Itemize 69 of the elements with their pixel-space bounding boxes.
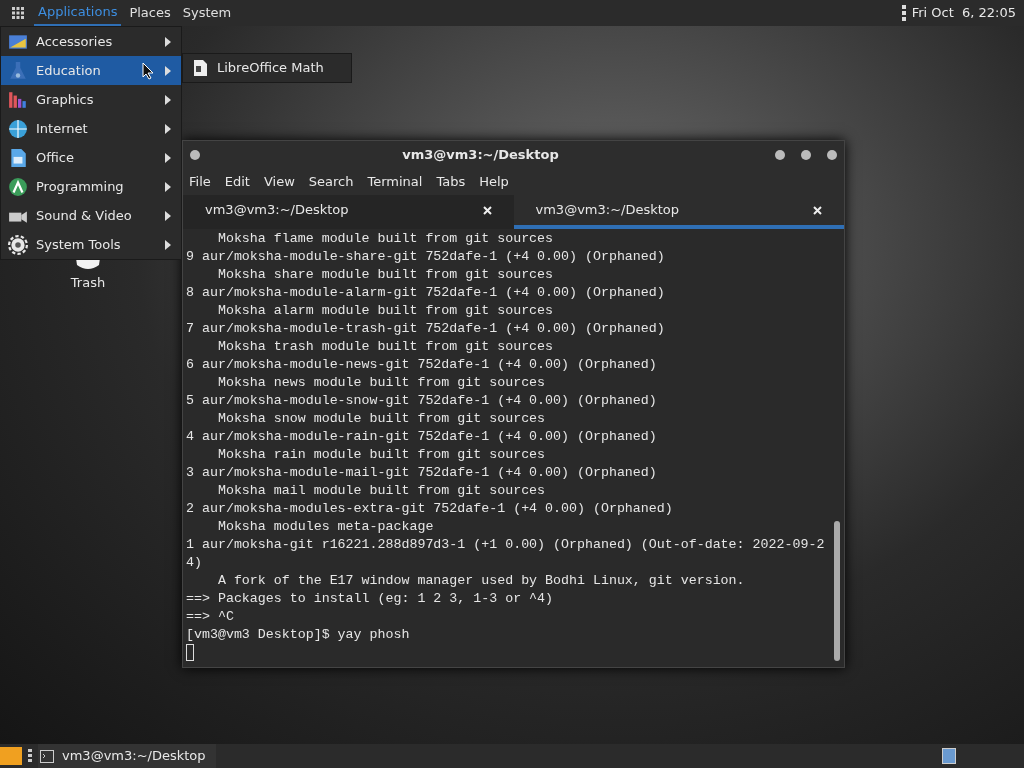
panel-menu[interactable]: System <box>178 0 236 26</box>
document-icon <box>193 60 207 76</box>
terminal-menu-item[interactable]: File <box>189 172 211 192</box>
workspace-switcher[interactable] <box>942 748 956 764</box>
menu-item[interactable]: Sound & Video <box>1 201 181 230</box>
terminal-line: Moksha trash module built from git sources <box>216 338 554 356</box>
terminal-menu-item[interactable]: View <box>263 172 295 192</box>
menu-item[interactable]: Programming <box>1 172 181 201</box>
text-cursor <box>186 644 194 661</box>
window-control-icon[interactable] <box>800 149 812 161</box>
desktop-icon-label[interactable]: Trash <box>70 273 106 293</box>
caret-icon <box>165 94 171 105</box>
clock[interactable]: Fri Oct 6, 22:05 <box>911 3 1016 23</box>
terminal-line: 5 aur/moksha-module-snow-git 752dafe-1 (+4 0.00) (Orphaned) <box>186 392 657 410</box>
menu-item[interactable]: Accessories <box>1 27 181 56</box>
terminal-line: Moksha share module built from git sources <box>216 266 554 284</box>
caret-icon <box>165 239 171 250</box>
terminal-line: Moksha flame module built from git sources <box>216 230 554 248</box>
close-icon[interactable] <box>482 205 492 215</box>
close-icon[interactable] <box>813 205 822 215</box>
scrollbar-thumb[interactable] <box>834 521 840 661</box>
vertical-dots-icon <box>28 749 32 763</box>
menu-item[interactable]: Graphics <box>1 85 181 114</box>
terminal-line: 9 aur/moksha-module-share-git 752dafe-1 (+4 0.00) (Orphaned) <box>186 248 665 266</box>
terminal-menu-item[interactable]: Edit <box>224 172 250 192</box>
terminal-line: 2 aur/moksha-modules-extra-git 752dafe-1 (+4 0.00) (Orphaned) <box>186 500 673 518</box>
panel-menu[interactable]: Places <box>125 0 175 26</box>
window-control-icon[interactable] <box>826 149 838 161</box>
caret-icon <box>165 36 171 47</box>
caret-icon <box>165 65 171 76</box>
caret-icon <box>165 210 171 221</box>
terminal-menu-item[interactable]: Help <box>479 172 509 192</box>
terminal-line: ==> ^C <box>186 608 234 626</box>
terminal-line: A fork of the E17 window manager used by Bodhi Linux, git version. <box>216 572 745 590</box>
window-menu-icon[interactable] <box>189 149 201 161</box>
mouse-pointer-icon <box>142 62 154 80</box>
terminal-tab[interactable]: vm3@vm3:~/Desktop <box>513 195 844 229</box>
terminal-menu-item[interactable]: Search <box>308 172 354 192</box>
caret-icon <box>165 181 171 192</box>
terminal-menu-item[interactable]: Terminal <box>367 172 423 192</box>
menu-item[interactable]: System Tools <box>1 230 181 259</box>
terminal-line: Moksha modules meta-package <box>216 518 434 536</box>
taskbar-button[interactable]: vm3@vm3:~/Desktop <box>38 744 216 768</box>
menu-item[interactable]: Office <box>1 143 181 172</box>
caret-icon <box>165 123 171 134</box>
terminal-line: 6 aur/moksha-module-news-git 752dafe-1 (+4 0.00) (Orphaned) <box>186 356 657 374</box>
terminal-line: Moksha snow module built from git sources <box>216 410 546 428</box>
terminal-line: [vm3@vm3 Desktop]$ yay phosh <box>186 626 410 644</box>
terminal-icon <box>40 749 54 763</box>
terminal-line: 8 aur/moksha-module-alarm-git 752dafe-1 (+4 0.00) (Orphaned) <box>186 284 665 302</box>
terminal-line: ==> Packages to install (eg: 1 2 3, 1-3 or ^4) <box>186 590 554 608</box>
window-control-icon[interactable] <box>774 149 786 161</box>
terminal-line: Moksha news module built from git sources <box>216 374 546 392</box>
menu-item[interactable]: Education <box>1 56 181 85</box>
terminal-line: Moksha alarm module built from git sources <box>216 302 554 320</box>
submenu-item[interactable]: LibreOffice Math <box>183 54 351 82</box>
menu-item[interactable]: Internet <box>1 114 181 143</box>
terminal-line: 3 aur/moksha-module-mail-git 752dafe-1 (+4 0.00) (Orphaned) <box>186 464 657 482</box>
terminal-line: Moksha rain module built from git sources <box>216 446 546 464</box>
window-title: vm3@vm3:~/Desktop <box>402 146 559 165</box>
apps-grid-icon <box>12 7 24 19</box>
terminal-line: 7 aur/moksha-module-trash-git 752dafe-1 (+4 0.00) (Orphaned) <box>186 320 665 338</box>
terminal-line: Moksha mail module built from git sources <box>216 482 546 500</box>
vertical-dots-icon[interactable] <box>901 5 906 21</box>
terminal-menu-item[interactable]: Tabs <box>436 172 466 192</box>
terminal-line: 4 aur/moksha-module-rain-git 752dafe-1 (+4 0.00) (Orphaned) <box>186 428 657 446</box>
caret-icon <box>165 152 171 163</box>
terminal-line: 1 aur/moksha-git r16221.288d897d3-1 (+1 0.00) (Orphaned) (Out-of-date: 2022-09-2 <box>186 536 825 554</box>
terminal-line: 4) <box>186 554 202 572</box>
